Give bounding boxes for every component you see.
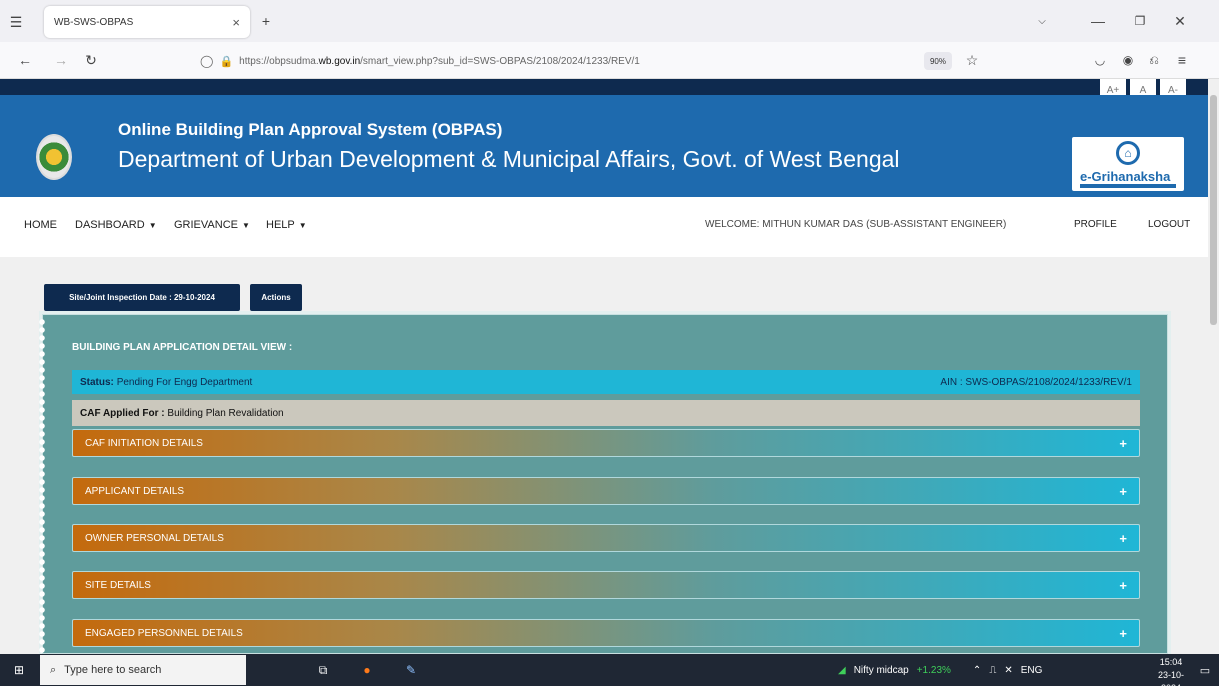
clock-date: 23-10-2024 <box>1157 670 1184 693</box>
plus-icon[interactable]: + <box>1119 626 1127 641</box>
menu-grievance[interactable]: GRIEVANCE ▼ <box>174 219 250 231</box>
status-value: Pending For Engg Department <box>116 376 253 388</box>
caret-down-icon: ▼ <box>148 220 157 230</box>
shield-icon: ◯ <box>200 54 214 68</box>
url-bar[interactable]: ◯ 🔒 https://obpsudma. wb.gov.in/smart_vie… <box>200 48 1000 74</box>
section-label: CAF INITIATION DETAILS <box>85 437 203 449</box>
clock-time: 15:04 <box>1159 657 1183 667</box>
house-icon: ⌂ <box>1116 141 1140 165</box>
system-tray: ◢ Nifty midcap +1.23% ⌃ ⎍ ✕ ENG <box>838 654 1042 686</box>
paint-icon[interactable]: ✎ <box>400 660 422 680</box>
extensions-icon[interactable]: ⎌ <box>1144 50 1164 70</box>
welcome-text: WELCOME: MITHUN KUMAR DAS (SUB-ASSISTANT… <box>705 219 1007 230</box>
volume-icon[interactable]: ✕ <box>1004 665 1012 676</box>
tab-title: WB-SWS-OBPAS <box>54 16 134 28</box>
section-site[interactable]: SITE DETAILS + <box>72 571 1140 599</box>
brand-band <box>1080 184 1176 188</box>
firefox-icon[interactable]: ● <box>356 660 378 680</box>
menu-help-label: HELP <box>266 219 295 231</box>
plus-icon[interactable]: + <box>1119 531 1127 546</box>
department-title: Department of Urban Development & Munici… <box>118 146 900 172</box>
section-label: SITE DETAILS <box>85 579 151 591</box>
zoom-level[interactable]: 90% <box>924 52 952 70</box>
actions-button[interactable]: Actions <box>250 284 302 311</box>
caf-bar: CAF Applied For : Building Plan Revalida… <box>72 400 1140 426</box>
brand-name: e-Grihanaksha <box>1080 169 1171 184</box>
logout-link[interactable]: LOGOUT <box>1148 219 1190 230</box>
task-view-icon[interactable]: ⧉ <box>312 660 334 680</box>
e-grihanaksha-logo: ⌂ e-Grihanaksha <box>1072 137 1184 191</box>
inspection-date-button[interactable]: Site/Joint Inspection Date : 29-10-2024 <box>44 284 240 311</box>
status-text: Status: Pending For Engg Department <box>80 377 252 388</box>
section-owner-personal[interactable]: OWNER PERSONAL DETAILS + <box>72 524 1140 552</box>
section-label: OWNER PERSONAL DETAILS <box>85 532 224 544</box>
status-label: Status: <box>80 376 114 388</box>
account-icon[interactable]: ◉ <box>1118 50 1138 70</box>
caret-down-icon: ▼ <box>241 220 250 230</box>
section-engaged-personnel[interactable]: ENGAGED PERSONNEL DETAILS + <box>72 619 1140 647</box>
caf-label: CAF Applied For : <box>80 407 165 419</box>
west-bengal-emblem-icon <box>36 134 72 180</box>
caf-value: Building Plan Revalidation <box>167 407 284 419</box>
close-icon[interactable]: × <box>232 15 240 30</box>
url-host: wb.gov.in <box>318 55 361 67</box>
window-close-icon[interactable]: ✕ <box>1170 10 1190 32</box>
chevron-up-icon[interactable]: ⌃ <box>973 665 981 676</box>
panel-dotted-edge <box>36 318 48 654</box>
notification-icon[interactable]: ▭ <box>1196 660 1214 680</box>
taskbar-search[interactable]: ⌕ Type here to search <box>40 655 246 685</box>
menu-help[interactable]: HELP ▼ <box>266 219 307 231</box>
url-prefix: https://obpsudma. <box>239 55 319 67</box>
browser-tab[interactable]: WB-SWS-OBPAS × <box>44 6 250 38</box>
section-caf-initiation[interactable]: CAF INITIATION DETAILS + <box>72 429 1140 457</box>
menu-grievance-label: GRIEVANCE <box>174 219 238 231</box>
menu-dashboard-label: DASHBOARD <box>75 219 145 231</box>
star-icon[interactable]: ☆ <box>962 50 982 70</box>
search-placeholder: Type here to search <box>64 664 162 676</box>
nifty-change: +1.23% <box>916 664 951 676</box>
plus-icon[interactable]: + <box>1119 578 1127 593</box>
pocket-icon[interactable]: ◡ <box>1090 50 1110 70</box>
taskbar-clock[interactable]: 15:04 23-10-2024 <box>1150 656 1192 695</box>
network-icon[interactable]: ⎍ <box>989 665 996 676</box>
menu-home[interactable]: HOME <box>24 219 57 231</box>
url-path: /smart_view.php?sub_id=SWS-OBPAS/2108/20… <box>360 55 640 67</box>
section-label: ENGAGED PERSONNEL DETAILS <box>85 627 243 639</box>
scrollbar-thumb[interactable] <box>1210 95 1217 325</box>
menu-home-label: HOME <box>24 219 57 231</box>
tab-list-icon[interactable]: ☰ <box>6 12 26 32</box>
forward-icon[interactable]: → <box>50 50 72 70</box>
hamburger-menu-icon[interactable]: ≡ <box>1172 50 1192 70</box>
back-icon[interactable]: ← <box>14 50 36 70</box>
maximize-icon[interactable]: ❐ <box>1130 10 1150 32</box>
page-scrollbar[interactable] <box>1208 79 1219 654</box>
plus-icon[interactable]: + <box>1119 436 1127 451</box>
caret-down-icon: ▼ <box>298 220 307 230</box>
ain-number: AIN : SWS-OBPAS/2108/2024/1233/REV/1 <box>940 376 1132 388</box>
site-title: Online Building Plan Approval System (OB… <box>118 120 503 139</box>
menu-dashboard[interactable]: DASHBOARD ▼ <box>75 219 157 231</box>
language-indicator[interactable]: ENG <box>1021 665 1043 676</box>
nifty-label[interactable]: Nifty midcap <box>854 665 909 676</box>
profile-link[interactable]: PROFILE <box>1074 219 1117 230</box>
search-icon: ⌕ <box>50 663 57 676</box>
chevron-down-icon[interactable]: ⌵ <box>1032 10 1052 32</box>
reload-icon[interactable]: ↻ <box>80 50 102 70</box>
minimize-icon[interactable]: — <box>1088 10 1108 32</box>
stock-chart-icon: ◢ <box>838 664 846 676</box>
panel-title: BUILDING PLAN APPLICATION DETAIL VIEW : <box>72 342 293 353</box>
status-bar: Status: Pending For Engg Department AIN … <box>72 370 1140 394</box>
section-applicant[interactable]: APPLICANT DETAILS + <box>72 477 1140 505</box>
plus-icon[interactable]: + <box>1119 484 1127 499</box>
windows-start-icon[interactable]: ⊞ <box>8 660 30 680</box>
lock-icon: 🔒 <box>219 55 234 68</box>
top-strip <box>0 79 1208 95</box>
section-label: APPLICANT DETAILS <box>85 485 185 497</box>
new-tab-button[interactable]: + <box>256 10 276 32</box>
